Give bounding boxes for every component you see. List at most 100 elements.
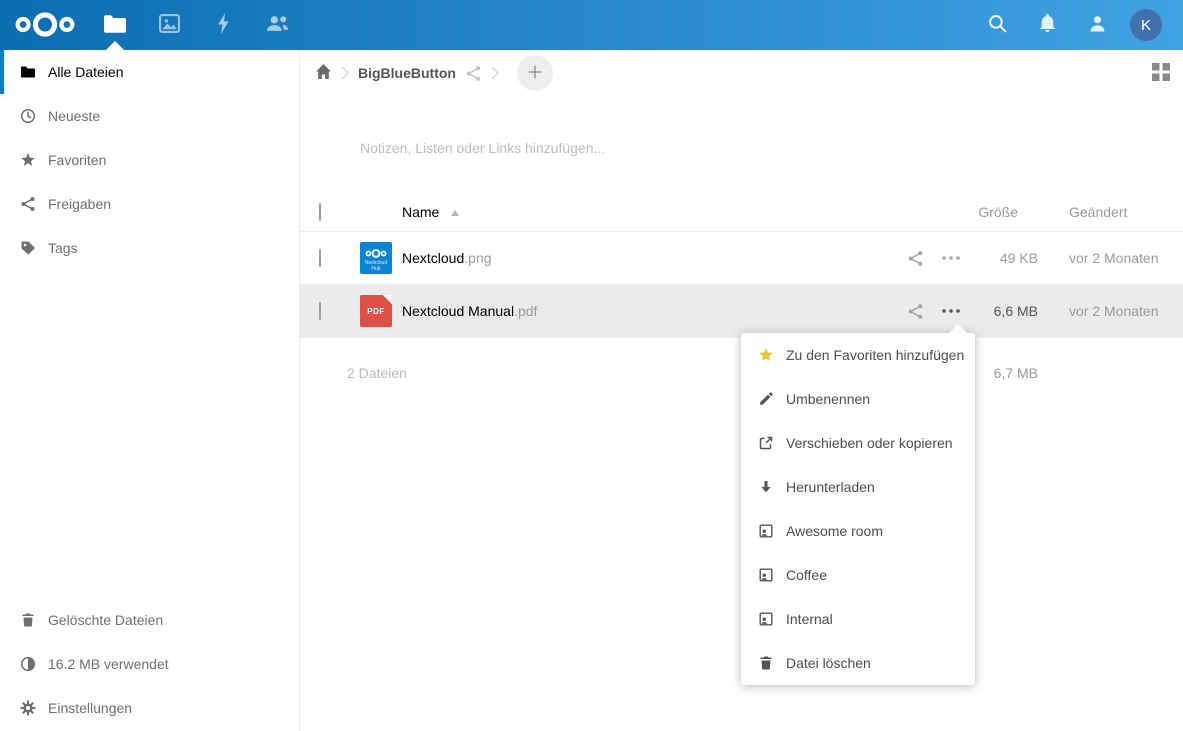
sidebar-item-recent[interactable]: Neueste [0, 94, 299, 138]
thumbnail-caption: Nextcloud Hub [360, 260, 392, 272]
menu-item-label: Internal [786, 611, 833, 627]
menu-item-delete[interactable]: Datei löschen [741, 641, 975, 685]
size-column-header[interactable]: Größe [966, 204, 1038, 220]
nextcloud-image-thumbnail: Nextcloud Hub [360, 242, 392, 274]
sidebar-item-label: Gelöschte Dateien [48, 612, 163, 628]
menu-item-move-copy[interactable]: Verschieben oder kopieren [741, 421, 975, 465]
clock-icon [20, 108, 36, 124]
sidebar-item-label: Alle Dateien [48, 64, 124, 80]
quota-label: 16.2 MB verwendet [48, 656, 169, 672]
menu-item-rename[interactable]: Umbenennen [741, 377, 975, 421]
menu-item-room-internal[interactable]: Internal [741, 597, 975, 641]
chevron-right-icon [491, 66, 499, 80]
menu-item-label: Datei löschen [786, 655, 871, 671]
app-files[interactable] [88, 0, 142, 50]
file-extension: .png [464, 250, 491, 266]
share-icon [20, 196, 36, 212]
name-column-header: Name [402, 204, 439, 220]
menu-item-room-coffee[interactable]: Coffee [741, 553, 975, 597]
file-row-nextcloud-png[interactable]: Nextcloud Hub Nextcloud.png 49 KB vor 2 … [300, 232, 1183, 285]
home-icon[interactable] [315, 64, 332, 82]
row-checkbox[interactable] [319, 302, 321, 320]
sidebar-item-all-files[interactable]: Alle Dateien [0, 50, 299, 94]
app-navigation [88, 0, 304, 50]
pdf-thumbnail: PDF [360, 295, 392, 327]
app-contacts[interactable] [250, 0, 304, 50]
share-icon[interactable] [465, 65, 482, 82]
sidebar-item-quota[interactable]: 16.2 MB verwendet [0, 642, 299, 686]
star-icon [758, 347, 774, 363]
pencil-icon [758, 391, 774, 407]
bell-icon [1039, 14, 1056, 36]
file-row-nextcloud-manual-pdf[interactable]: PDF Nextcloud Manual.pdf 6,6 MB vor 2 Mo… [300, 285, 1183, 338]
tag-icon [20, 240, 36, 256]
breadcrumb: BigBlueButton [300, 50, 1183, 96]
sidebar-item-label: Freigaben [48, 196, 111, 212]
file-basename: Nextcloud Manual [402, 303, 514, 319]
sidebar-item-label: Tags [48, 240, 78, 256]
new-file-button[interactable] [517, 55, 553, 91]
file-size: 6,6 MB [966, 303, 1038, 319]
room-icon [758, 523, 774, 539]
sidebar-item-favorites[interactable]: Favoriten [0, 138, 299, 182]
quota-icon [20, 656, 36, 672]
folder-icon [20, 64, 36, 80]
photos-icon [159, 14, 180, 36]
menu-item-favorite[interactable]: Zu den Favoriten hinzufügen [741, 333, 975, 377]
menu-item-room-awesome[interactable]: Awesome room [741, 509, 975, 553]
app-photos[interactable] [142, 0, 196, 50]
menu-item-label: Umbenennen [786, 391, 870, 407]
star-icon [20, 152, 36, 168]
menu-item-download[interactable]: Herunterladen [741, 465, 975, 509]
sidebar-item-deleted-files[interactable]: Gelöschte Dateien [0, 598, 299, 642]
more-actions-icon[interactable] [942, 256, 960, 260]
file-name[interactable]: Nextcloud Manual.pdf [392, 303, 866, 319]
plus-icon [527, 64, 543, 83]
sidebar-item-tags[interactable]: Tags [0, 226, 299, 270]
menu-item-label: Awesome room [786, 523, 883, 539]
modified-column-header[interactable]: Geändert [1038, 204, 1183, 220]
app-activity[interactable] [196, 0, 250, 50]
grid-view-toggle[interactable] [1152, 63, 1170, 81]
file-modified: vor 2 Monaten [1038, 303, 1183, 319]
room-icon [758, 611, 774, 627]
search-icon [988, 14, 1007, 36]
sidebar-footer: Gelöschte Dateien 16.2 MB verwendet [0, 598, 299, 730]
contacts-menu-button[interactable] [1072, 0, 1122, 50]
lightning-icon [217, 13, 230, 37]
chevron-right-icon [341, 66, 349, 80]
filelist-header: Name Größe Geändert [300, 192, 1183, 232]
row-checkbox[interactable] [319, 249, 321, 267]
menu-item-label: Herunterladen [786, 479, 875, 495]
file-name[interactable]: Nextcloud.png [392, 250, 866, 266]
select-all-checkbox[interactable] [319, 203, 321, 221]
person-icon [1089, 15, 1106, 35]
total-size: 6,7 MB [966, 365, 1038, 381]
sidebar-item-shares[interactable]: Freigaben [0, 182, 299, 226]
share-button[interactable] [907, 250, 924, 267]
menu-item-label: Zu den Favoriten hinzufügen [786, 347, 964, 363]
search-button[interactable] [972, 0, 1022, 50]
sidebar-item-label: Neueste [48, 108, 100, 124]
move-copy-icon [758, 435, 774, 451]
gear-icon [20, 700, 36, 716]
notes-input[interactable]: Notizen, Listen oder Links hinzufügen... [360, 140, 1183, 156]
sort-by-name[interactable]: Name [392, 204, 866, 220]
share-button[interactable] [907, 303, 924, 320]
menu-item-label: Verschieben oder kopieren [786, 435, 953, 451]
notifications-button[interactable] [1022, 0, 1072, 50]
file-actions-menu: Zu den Favoriten hinzufügen Umbenennen V… [741, 333, 975, 685]
file-basename: Nextcloud [402, 250, 464, 266]
file-modified: vor 2 Monaten [1038, 250, 1183, 266]
nextcloud-logo-icon[interactable] [13, 9, 77, 43]
download-icon [758, 479, 774, 495]
people-icon [266, 15, 289, 35]
sidebar-item-settings[interactable]: Einstellungen [0, 686, 299, 730]
more-actions-icon[interactable] [942, 309, 960, 313]
user-avatar[interactable]: K [1130, 9, 1162, 41]
breadcrumb-folder[interactable]: BigBlueButton [358, 65, 456, 81]
sidebar: Alle Dateien Neueste Favoriten Freigaben [0, 50, 300, 731]
sidebar-item-label: Favoriten [48, 152, 106, 168]
room-icon [758, 567, 774, 583]
folder-icon [104, 15, 126, 36]
